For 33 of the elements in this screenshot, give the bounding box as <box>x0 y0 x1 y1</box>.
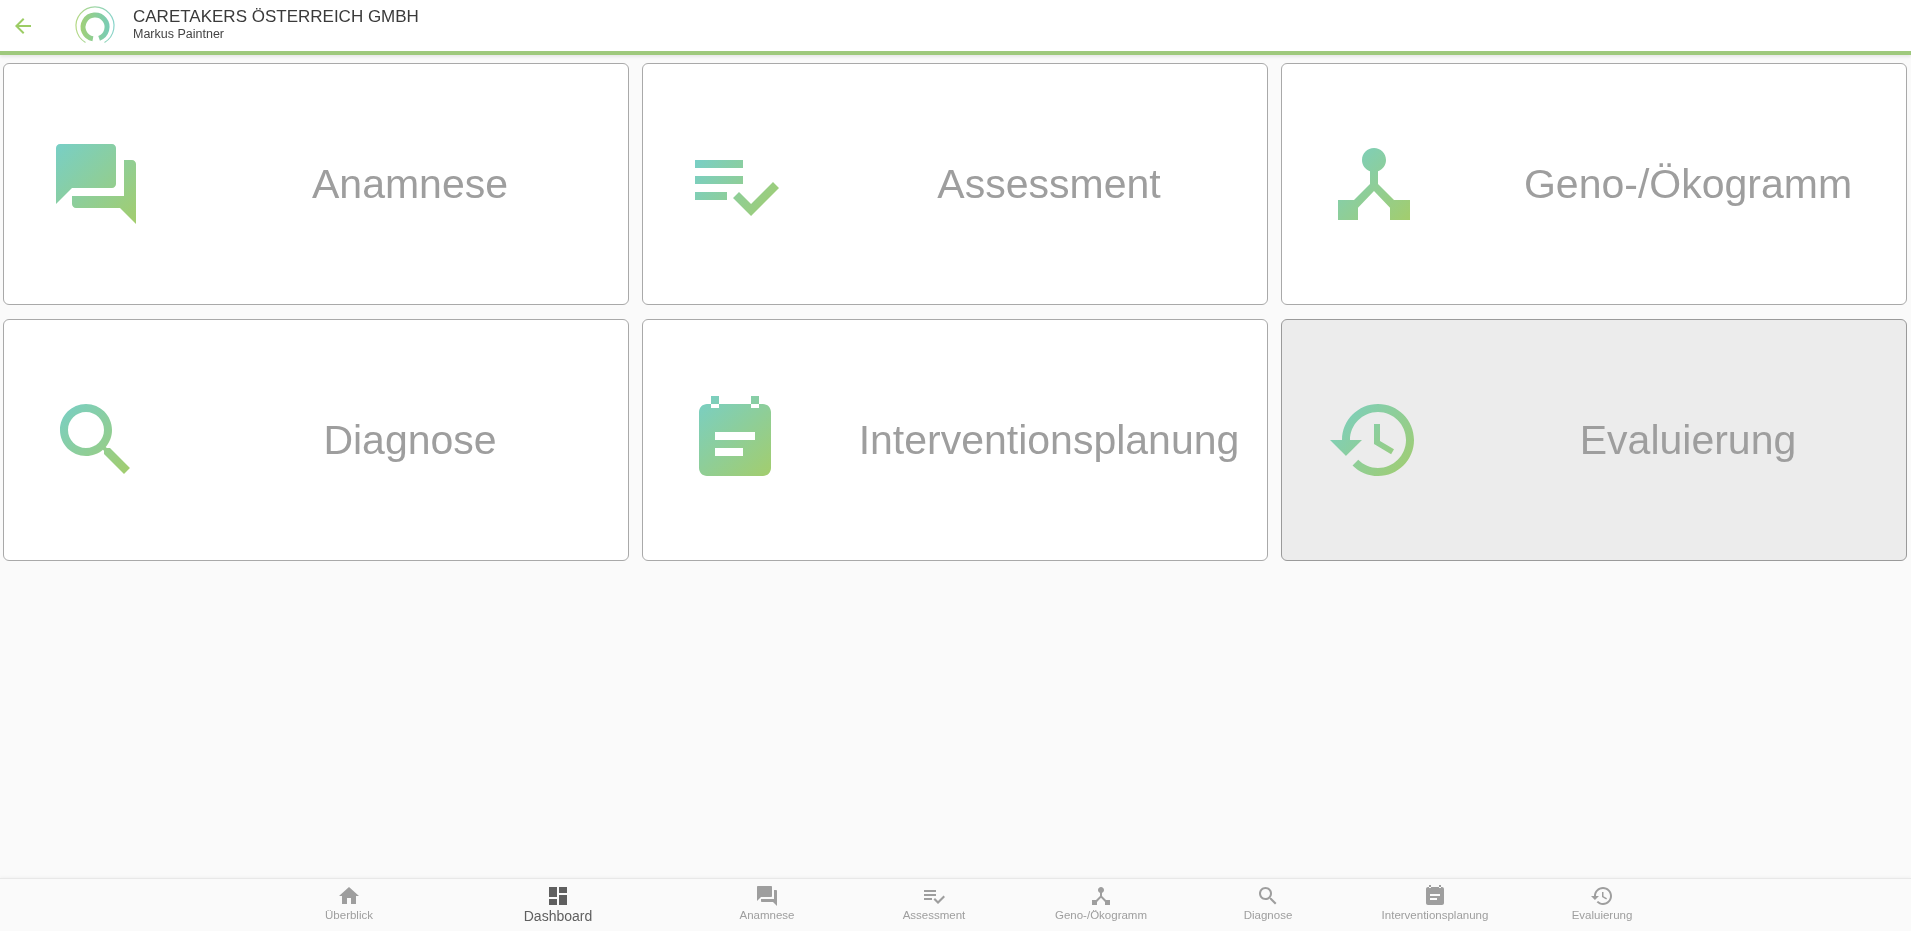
calendar-icon <box>1426 885 1444 905</box>
bottom-nav-tab[interactable]: Diagnose <box>1184 879 1352 931</box>
module-card[interactable]: Evaluierung <box>1281 319 1907 561</box>
search-icon <box>60 404 130 474</box>
bottom-nav-tab[interactable]: Interventionsplanung <box>1351 879 1519 931</box>
module-card[interactable]: Interventionsplanung <box>642 319 1268 561</box>
chat-icon <box>757 886 777 906</box>
branch-icon <box>1092 887 1110 905</box>
dashboard-icon <box>549 887 567 905</box>
checklist-icon <box>695 160 779 216</box>
back-arrow-icon <box>15 17 31 34</box>
calendar-icon <box>699 396 771 476</box>
branch-icon <box>1338 148 1410 220</box>
back-button[interactable] <box>15 17 31 34</box>
checklist-icon <box>924 890 945 904</box>
company-name: CARETAKERS ÖSTERREICH GMBH <box>133 7 419 27</box>
module-card[interactable]: Anamnese <box>3 63 629 305</box>
bottom-nav-tab[interactable]: Geno-/Ökogramm <box>1017 879 1185 931</box>
logo-icon <box>74 6 116 43</box>
module-card[interactable]: Geno-/Ökogramm <box>1281 63 1907 305</box>
module-card[interactable]: Assessment <box>642 63 1268 305</box>
bottom-nav-tab[interactable]: Überblick <box>265 879 433 931</box>
bottom-nav-tab[interactable]: Anamnese <box>683 879 851 931</box>
search-icon <box>1259 887 1277 905</box>
history-icon <box>1330 404 1414 476</box>
bottom-nav-tab[interactable]: Evaluierung <box>1518 879 1686 931</box>
home-icon <box>339 887 359 904</box>
bottom-nav-tab[interactable]: Assessment <box>850 879 1018 931</box>
module-card[interactable]: Diagnose <box>3 319 629 561</box>
history-icon <box>1591 887 1612 905</box>
user-name: Markus Paintner <box>133 27 225 42</box>
chat-icon <box>56 144 136 224</box>
bottom-nav-tab[interactable]: Dashboard <box>432 879 684 931</box>
